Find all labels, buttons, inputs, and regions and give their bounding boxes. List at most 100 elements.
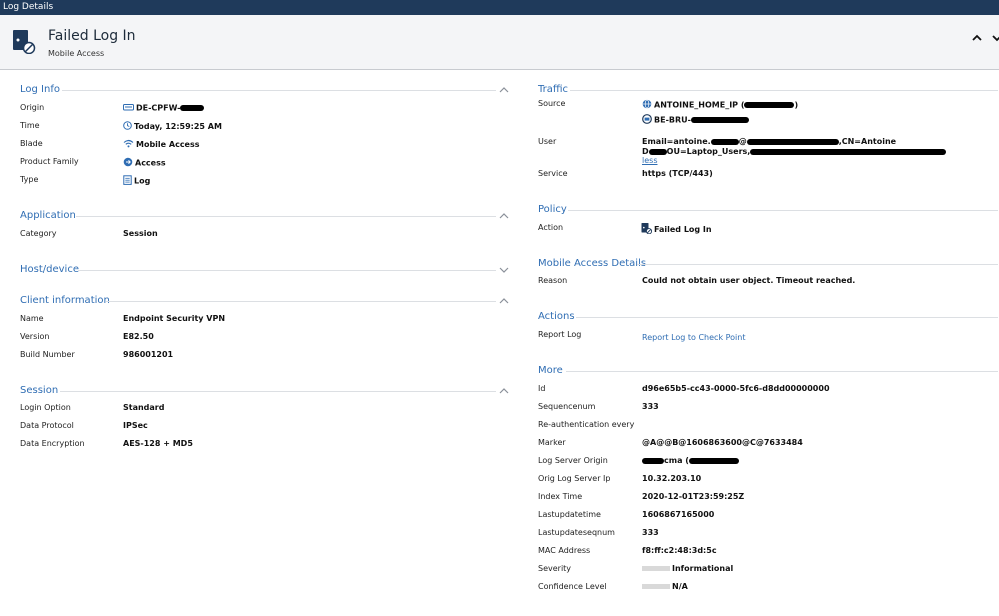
version-value: E82.50 [123, 332, 154, 341]
time-label: Time [20, 121, 40, 130]
chevron-down-icon[interactable] [990, 31, 999, 45]
chevron-up-icon[interactable] [970, 31, 984, 45]
section-session-title: Session [20, 385, 59, 396]
wifi-icon [123, 139, 134, 150]
reauthentication-label: Re-authentication every [538, 420, 635, 429]
login-option-label: Login Option [20, 403, 71, 412]
section-traffic-title: Traffic [538, 84, 569, 95]
product-family-label: Product Family [20, 157, 79, 166]
sequencenum-label: Sequencenum [538, 402, 596, 411]
blade-label: Blade [20, 139, 43, 148]
data-protocol-label: Data Protocol [20, 421, 74, 430]
collapse-session-chevron-icon[interactable] [499, 387, 509, 395]
section-divider [568, 210, 998, 211]
data-protocol-value: IPSec [123, 421, 148, 430]
user-value-line2: D OU=Laptop_Users, [642, 147, 947, 156]
client-name-value: Endpoint Security VPN [123, 314, 226, 323]
category-label: Category [20, 229, 57, 238]
section-client-information-title: Client information [20, 295, 110, 306]
time-value: Today, 12:59:25 AM [123, 121, 222, 132]
source-label: Source [538, 99, 566, 108]
version-label: Version [20, 332, 50, 341]
confidence-level-label: Confidence Level [538, 582, 607, 591]
user-less-link[interactable]: less [642, 156, 657, 165]
log-server-origin-value: cma ( [642, 456, 739, 465]
type-label: Type [20, 175, 39, 184]
data-encryption-label: Data Encryption [20, 439, 85, 448]
section-host-device-title: Host/device [20, 264, 79, 275]
orig-log-server-ip-label: Orig Log Server Ip [538, 474, 611, 483]
build-number-value: 986001201 [123, 350, 174, 359]
orig-log-server-ip-value: 10.32.203.10 [642, 474, 702, 483]
failed-login-icon [641, 223, 653, 236]
reason-label: Reason [538, 276, 568, 285]
redacted [744, 102, 795, 108]
log-icon [123, 175, 132, 187]
gateway-icon [642, 114, 652, 126]
product-family-value: Access [123, 157, 166, 169]
section-log-info-title: Log Info [20, 84, 60, 95]
redacted [648, 148, 667, 155]
data-encryption-value: AES-128 + MD5 [123, 439, 193, 448]
globe-icon [642, 99, 652, 111]
collapse-log-info-chevron-icon[interactable] [499, 86, 509, 94]
origin-label: Origin [20, 103, 45, 112]
section-divider [576, 317, 998, 318]
failed-login-icon [12, 30, 36, 56]
blade-value: Mobile Access [123, 139, 200, 150]
service-value: https (TCP/443) [642, 169, 713, 178]
section-divider [62, 90, 496, 91]
section-divider [566, 371, 998, 372]
section-policy-title: Policy [538, 204, 567, 215]
origin-value: DE-CPFW- [123, 103, 205, 113]
severity-label: Severity [538, 564, 572, 573]
gateway-icon [123, 103, 134, 113]
index-time-value: 2020-12-01T23:59:25Z [642, 492, 745, 501]
service-label: Service [538, 169, 568, 178]
severity-bar [642, 566, 670, 571]
action-value: Failed Log In [641, 223, 712, 236]
log-header: Failed Log In Mobile Access [0, 15, 999, 70]
section-divider [106, 301, 496, 302]
lastupdateseqnum-label: Lastupdateseqnum [538, 528, 615, 537]
action-label: Action [538, 223, 564, 232]
marker-label: Marker [538, 438, 566, 447]
access-icon [123, 157, 133, 169]
confidence-bar [642, 584, 670, 589]
section-divider [570, 90, 998, 91]
page-title: Failed Log In [48, 28, 136, 44]
collapse-application-chevron-icon[interactable] [499, 212, 509, 220]
lastupdatetime-value: 1606867165000 [642, 510, 715, 519]
redacted [710, 138, 739, 145]
log-server-origin-label: Log Server Origin [538, 456, 608, 465]
mac-address-label: MAC Address [538, 546, 591, 555]
section-actions-title: Actions [538, 311, 575, 322]
report-log-label: Report Log [538, 330, 582, 339]
sequencenum-value: 333 [642, 402, 659, 411]
login-option-value: Standard [123, 403, 165, 412]
confidence-level-value: N/A [642, 582, 688, 591]
clock-icon [123, 121, 132, 132]
window-title: Log Details [0, 0, 999, 15]
marker-value: @A@@B@1606863600@C@7633484 [642, 438, 803, 447]
id-label: Id [538, 384, 546, 393]
page-subtitle: Mobile Access [48, 49, 105, 58]
collapse-client-information-chevron-icon[interactable] [499, 297, 509, 305]
report-log-link[interactable]: Report Log to Check Point [642, 333, 745, 342]
severity-value: Informational [642, 564, 733, 573]
client-name-label: Name [20, 314, 44, 323]
redacted [746, 138, 839, 145]
build-number-label: Build Number [20, 350, 75, 359]
expand-host-device-chevron-icon[interactable] [499, 266, 509, 274]
section-mobile-access-details-title: Mobile Access Details [538, 258, 647, 269]
category-value: Session [123, 229, 158, 238]
lastupdatetime-label: Lastupdatetime [538, 510, 601, 519]
redacted [750, 148, 947, 155]
user-value-line1: Email=antoine. @ ,CN=Antoine [642, 137, 897, 146]
redacted [690, 117, 749, 123]
section-divider [76, 216, 496, 217]
section-more-title: More [538, 365, 563, 376]
source-gateway-value: BE-BRU- [642, 114, 749, 126]
section-application-title: Application [20, 210, 76, 221]
user-label: User [538, 137, 557, 146]
